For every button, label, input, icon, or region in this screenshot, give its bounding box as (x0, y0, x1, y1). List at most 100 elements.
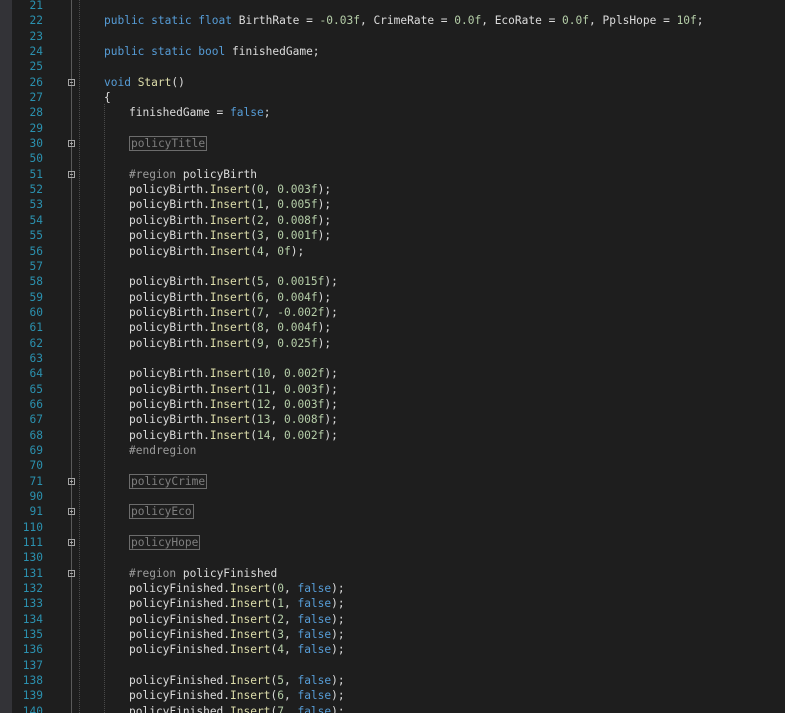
code-line[interactable]: 55 policyBirth.Insert(3, 0.001f); (12, 228, 785, 243)
line-number: 130 (22, 551, 43, 565)
code-line[interactable]: 24 public static bool finishedGame; (12, 44, 785, 59)
code-line[interactable]: 131 #region policyFinished (12, 566, 785, 581)
code-line[interactable]: 110 (12, 520, 785, 535)
code-line[interactable]: 64 policyBirth.Insert(10, 0.002f); (12, 366, 785, 381)
code-token: Insert (209, 428, 251, 442)
code-token: , (283, 674, 298, 688)
code-line[interactable]: 27 { (12, 90, 785, 105)
line-number: 65 (29, 382, 43, 396)
code-line[interactable]: 22 public static float BirthRate = -0.03f… (12, 13, 785, 28)
code-token: ( (250, 198, 257, 212)
code-text: policyFinished.Insert(2, false); (129, 612, 345, 627)
expand-region-icon[interactable] (68, 539, 75, 547)
code-token: ); (317, 198, 332, 212)
code-text: policyBirth.Insert(11, 0.003f); (129, 382, 338, 397)
code-line[interactable]: 61 policyBirth.Insert(8, 0.004f); (12, 320, 785, 335)
code-line[interactable]: 25 (12, 59, 785, 74)
line-number: 53 (29, 198, 43, 212)
line-number: 133 (22, 597, 43, 611)
line-number: 140 (22, 704, 43, 713)
collapsed-region-label[interactable]: policyEco (129, 504, 194, 520)
collapse-region-icon[interactable] (68, 170, 75, 178)
code-token: policyBirth. (129, 382, 210, 396)
code-token: ( (250, 229, 257, 243)
code-line[interactable]: 133 policyFinished.Insert(1, false); (12, 596, 785, 611)
collapse-region-icon[interactable] (68, 78, 75, 86)
code-token: , (263, 198, 278, 212)
code-token: policyBirth. (129, 275, 210, 289)
collapse-region-icon[interactable] (68, 569, 75, 577)
code-line[interactable]: 69 #endregion (12, 443, 785, 458)
code-line[interactable]: 21 (12, 0, 785, 13)
code-token: 1 (277, 597, 284, 611)
code-line[interactable]: 29 (12, 121, 785, 136)
code-line[interactable]: 135 policyFinished.Insert(3, false); (12, 627, 785, 642)
code-text: policyBirth.Insert(10, 0.002f); (129, 366, 338, 381)
code-text: policyBirth.Insert(3, 0.001f); (129, 228, 331, 243)
code-token: Insert (230, 674, 271, 688)
line-number: 137 (22, 658, 43, 672)
code-line[interactable]: 28 finishedGame = false; (12, 105, 785, 120)
code-line[interactable]: 136 policyFinished.Insert(4, false); (12, 642, 785, 657)
code-line[interactable]: 65 policyBirth.Insert(11, 0.003f); (12, 382, 785, 397)
code-line[interactable]: 56 policyBirth.Insert(4, 0f); (12, 244, 785, 259)
code-line[interactable]: 91 policyEco (12, 504, 785, 520)
code-token: 11 (257, 382, 271, 396)
code-token: policyBirth. (129, 229, 210, 243)
code-line[interactable]: 63 (12, 351, 785, 366)
code-line[interactable]: 57 (12, 259, 785, 274)
code-line[interactable]: 140 policyFinished.Insert(7, false); (12, 704, 785, 713)
code-line[interactable]: 67 policyBirth.Insert(13, 0.008f); (12, 412, 785, 427)
collapsed-region-label[interactable]: policyTitle (129, 136, 208, 152)
code-line[interactable]: 60 policyBirth.Insert(7, -0.002f); (12, 305, 785, 320)
collapsed-region-label[interactable]: policyHope (129, 535, 201, 551)
code-line[interactable]: 139 policyFinished.Insert(6, false); (12, 688, 785, 703)
code-line[interactable]: 51 #region policyBirth (12, 167, 785, 182)
expand-region-icon[interactable] (68, 508, 75, 516)
code-line[interactable]: 66 policyBirth.Insert(12, 0.003f); (12, 397, 785, 412)
code-line[interactable]: 54 policyBirth.Insert(2, 0.008f); (12, 213, 785, 228)
code-line[interactable]: 137 (12, 658, 785, 673)
code-line[interactable]: 130 (12, 550, 785, 565)
code-line[interactable]: 59 policyBirth.Insert(6, 0.004f); (12, 290, 785, 305)
expand-region-icon[interactable] (68, 477, 75, 485)
code-token: ( (250, 305, 257, 319)
code-token: Insert (230, 643, 271, 657)
code-line[interactable]: 70 (12, 458, 785, 473)
code-line[interactable]: 90 (12, 489, 785, 504)
line-number: 21 (29, 0, 43, 12)
expand-region-icon[interactable] (68, 140, 75, 148)
line-number: 69 (29, 443, 43, 457)
code-line[interactable]: 134 policyFinished.Insert(2, false); (12, 612, 785, 627)
code-token: , (263, 244, 278, 258)
code-line[interactable]: 132 policyFinished.Insert(0, false); (12, 581, 785, 596)
code-token: policyBirth. (129, 336, 210, 350)
code-line[interactable]: 68 policyBirth.Insert(14, 0.002f); (12, 428, 785, 443)
code-line[interactable]: 50 (12, 151, 785, 166)
code-token: Insert (230, 612, 271, 626)
code-line[interactable]: 26 void Start() (12, 75, 785, 90)
code-token: Insert (209, 367, 251, 381)
code-line[interactable]: 23 (12, 29, 785, 44)
code-line[interactable]: 62 policyBirth.Insert(9, 0.025f); (12, 336, 785, 351)
code-line[interactable]: 138 policyFinished.Insert(5, false); (12, 673, 785, 688)
code-token: Insert (230, 582, 271, 596)
code-line[interactable]: 111 policyHope (12, 535, 785, 551)
code-token: , (263, 290, 278, 304)
code-line[interactable]: 52 policyBirth.Insert(0, 0.003f); (12, 182, 785, 197)
code-line[interactable]: 71 policyCrime (12, 473, 785, 489)
line-number: 23 (29, 29, 43, 43)
code-token: 12 (257, 397, 271, 411)
code-line[interactable]: 30 policyTitle (12, 136, 785, 152)
code-token: 0.004f (277, 321, 318, 335)
code-token: 0.008f (277, 213, 318, 227)
code-token: 0.0015f (277, 275, 325, 289)
collapsed-region-label[interactable]: policyCrime (129, 473, 208, 489)
code-editor[interactable]: 21 22 public static float BirthRate = -0.0… (0, 0, 785, 713)
code-token: policyFinished. (129, 628, 231, 642)
code-token: 1 (257, 198, 264, 212)
code-line[interactable]: 53 policyBirth.Insert(1, 0.005f); (12, 197, 785, 212)
code-token: 5 (257, 275, 264, 289)
code-line[interactable]: 58 policyBirth.Insert(5, 0.0015f); (12, 274, 785, 289)
code-text: policyFinished.Insert(7, false); (129, 704, 345, 713)
